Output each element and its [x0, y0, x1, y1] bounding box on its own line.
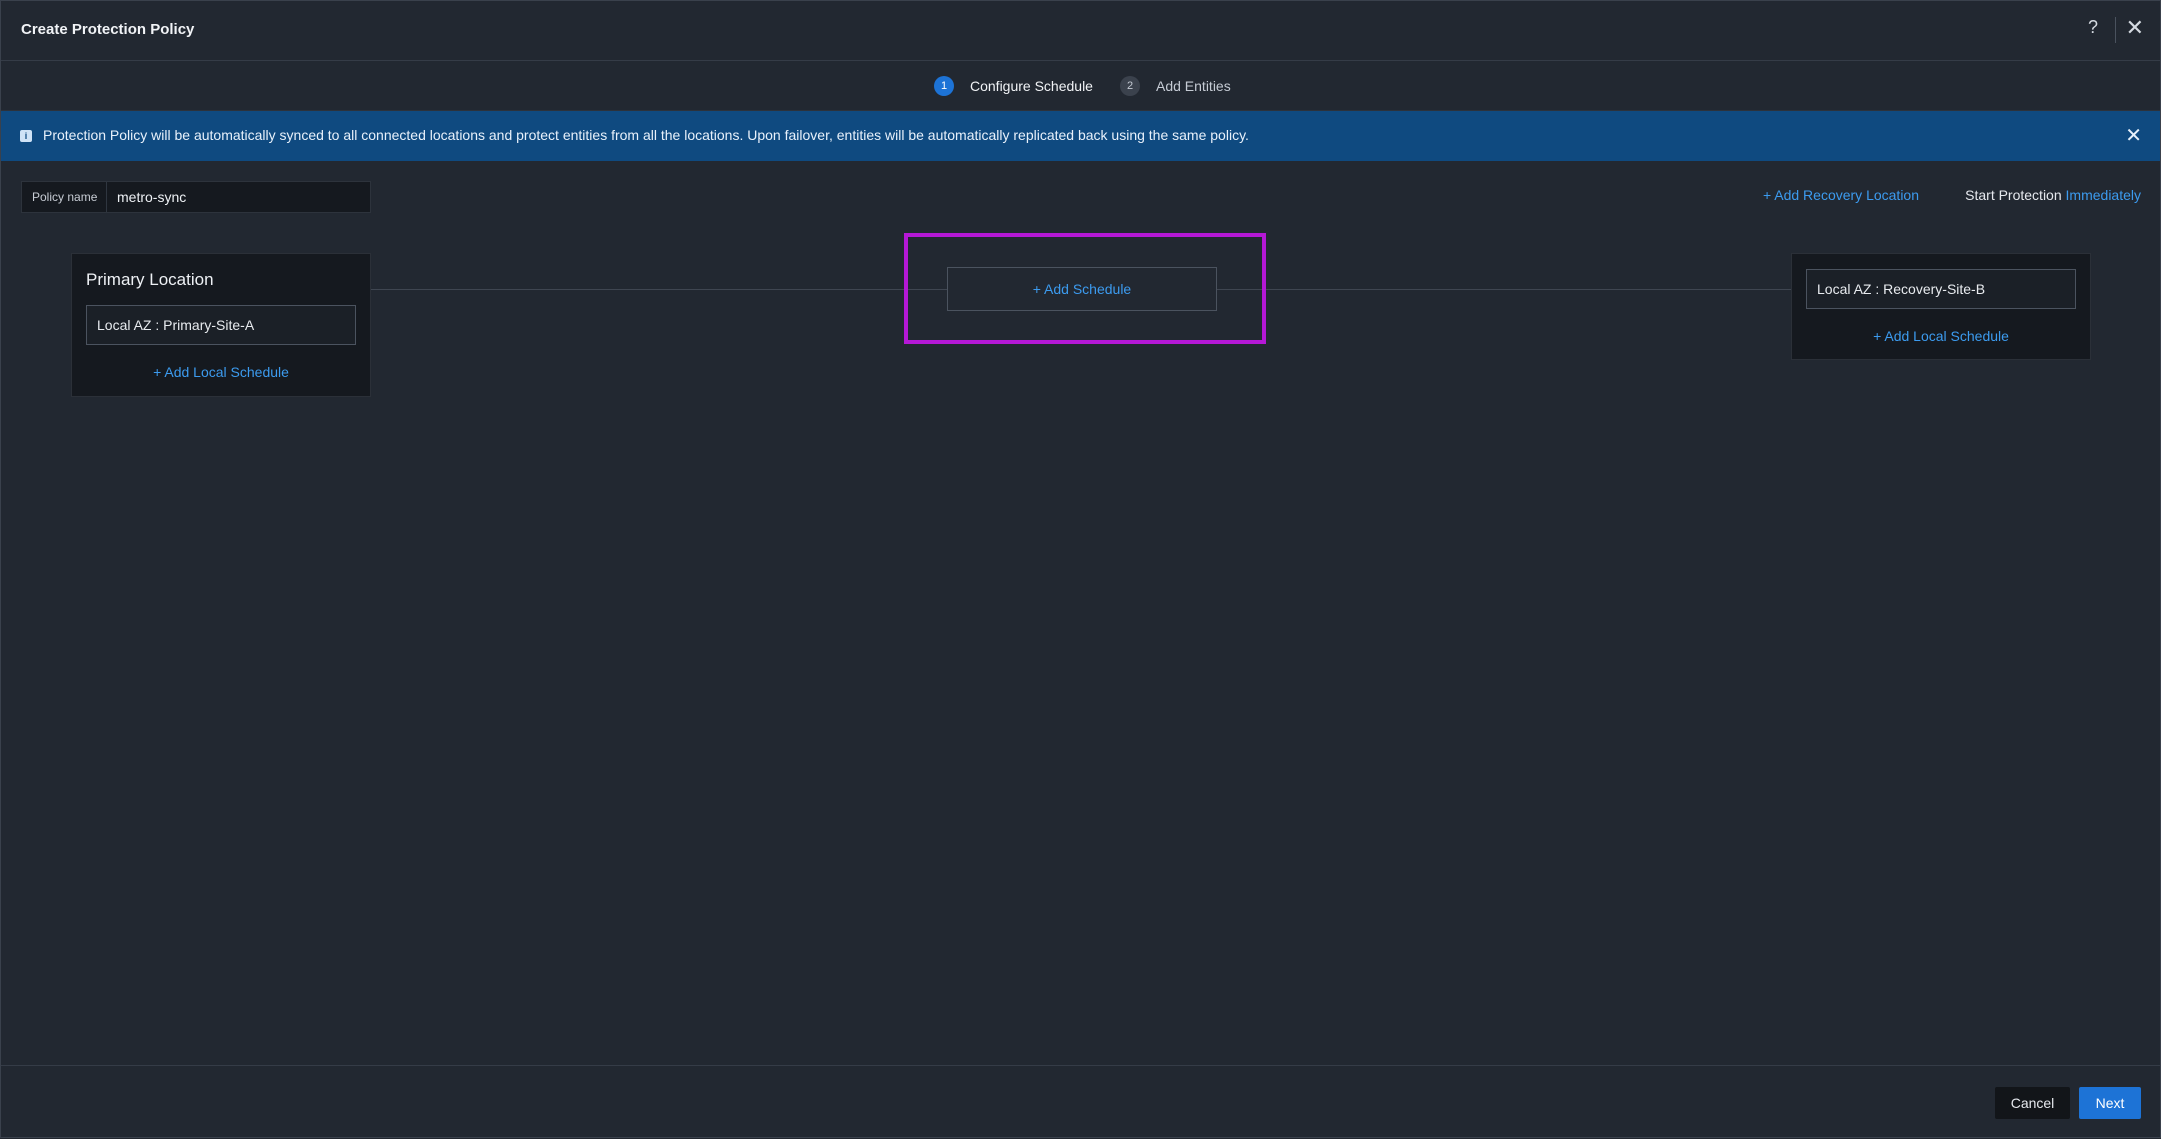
- policy-name-field: Policy name: [21, 181, 371, 213]
- primary-location-card: Primary Location Local AZ : Primary-Site…: [71, 253, 371, 397]
- recovery-add-local-schedule-link[interactable]: + Add Local Schedule: [1792, 328, 2090, 344]
- add-recovery-location-link[interactable]: + Add Recovery Location: [1763, 187, 1919, 203]
- step-label: Add Entities: [1156, 78, 1231, 94]
- header-divider: [2115, 17, 2116, 43]
- primary-location-selector[interactable]: Local AZ : Primary-Site-A: [86, 305, 356, 345]
- dialog-header: Create Protection Policy ? ✕: [1, 1, 2160, 61]
- cancel-button[interactable]: Cancel: [1995, 1087, 2070, 1119]
- dialog-footer: Cancel Next: [1, 1065, 2160, 1139]
- next-button[interactable]: Next: [2079, 1087, 2141, 1119]
- primary-add-local-schedule-link[interactable]: + Add Local Schedule: [72, 364, 370, 380]
- dialog-title: Create Protection Policy: [21, 21, 195, 38]
- recovery-location-selector[interactable]: Local AZ : Recovery-Site-B: [1806, 269, 2076, 309]
- create-protection-policy-dialog: Create Protection Policy ? ✕ 1 Configure…: [0, 0, 2161, 1138]
- start-protection-label: Start Protection: [1965, 187, 2062, 203]
- help-icon[interactable]: ?: [2088, 17, 2098, 38]
- banner-close-icon[interactable]: ✕: [2125, 123, 2142, 148]
- info-icon: i: [20, 130, 32, 142]
- start-protection: Start Protection Immediately: [1965, 187, 2141, 203]
- banner-message: Protection Policy will be automatically …: [43, 127, 1249, 143]
- wizard-stepper: 1 Configure Schedule 2 Add Entities: [1, 61, 2160, 111]
- step-number: 2: [1120, 76, 1140, 96]
- policy-name-label: Policy name: [22, 182, 107, 212]
- close-icon[interactable]: ✕: [2126, 15, 2144, 41]
- start-protection-timing-link[interactable]: Immediately: [2066, 187, 2141, 203]
- recovery-location-card: Local AZ : Recovery-Site-B + Add Local S…: [1791, 253, 2091, 360]
- step-add-entities[interactable]: 2 Add Entities: [1120, 76, 1231, 96]
- add-schedule-button[interactable]: + Add Schedule: [947, 267, 1217, 311]
- step-number: 1: [934, 76, 954, 96]
- primary-location-title: Primary Location: [86, 270, 214, 289]
- step-configure-schedule[interactable]: 1 Configure Schedule: [934, 76, 1093, 96]
- step-label: Configure Schedule: [970, 78, 1093, 94]
- info-banner: i Protection Policy will be automaticall…: [1, 111, 2160, 161]
- policy-name-input[interactable]: [107, 182, 370, 212]
